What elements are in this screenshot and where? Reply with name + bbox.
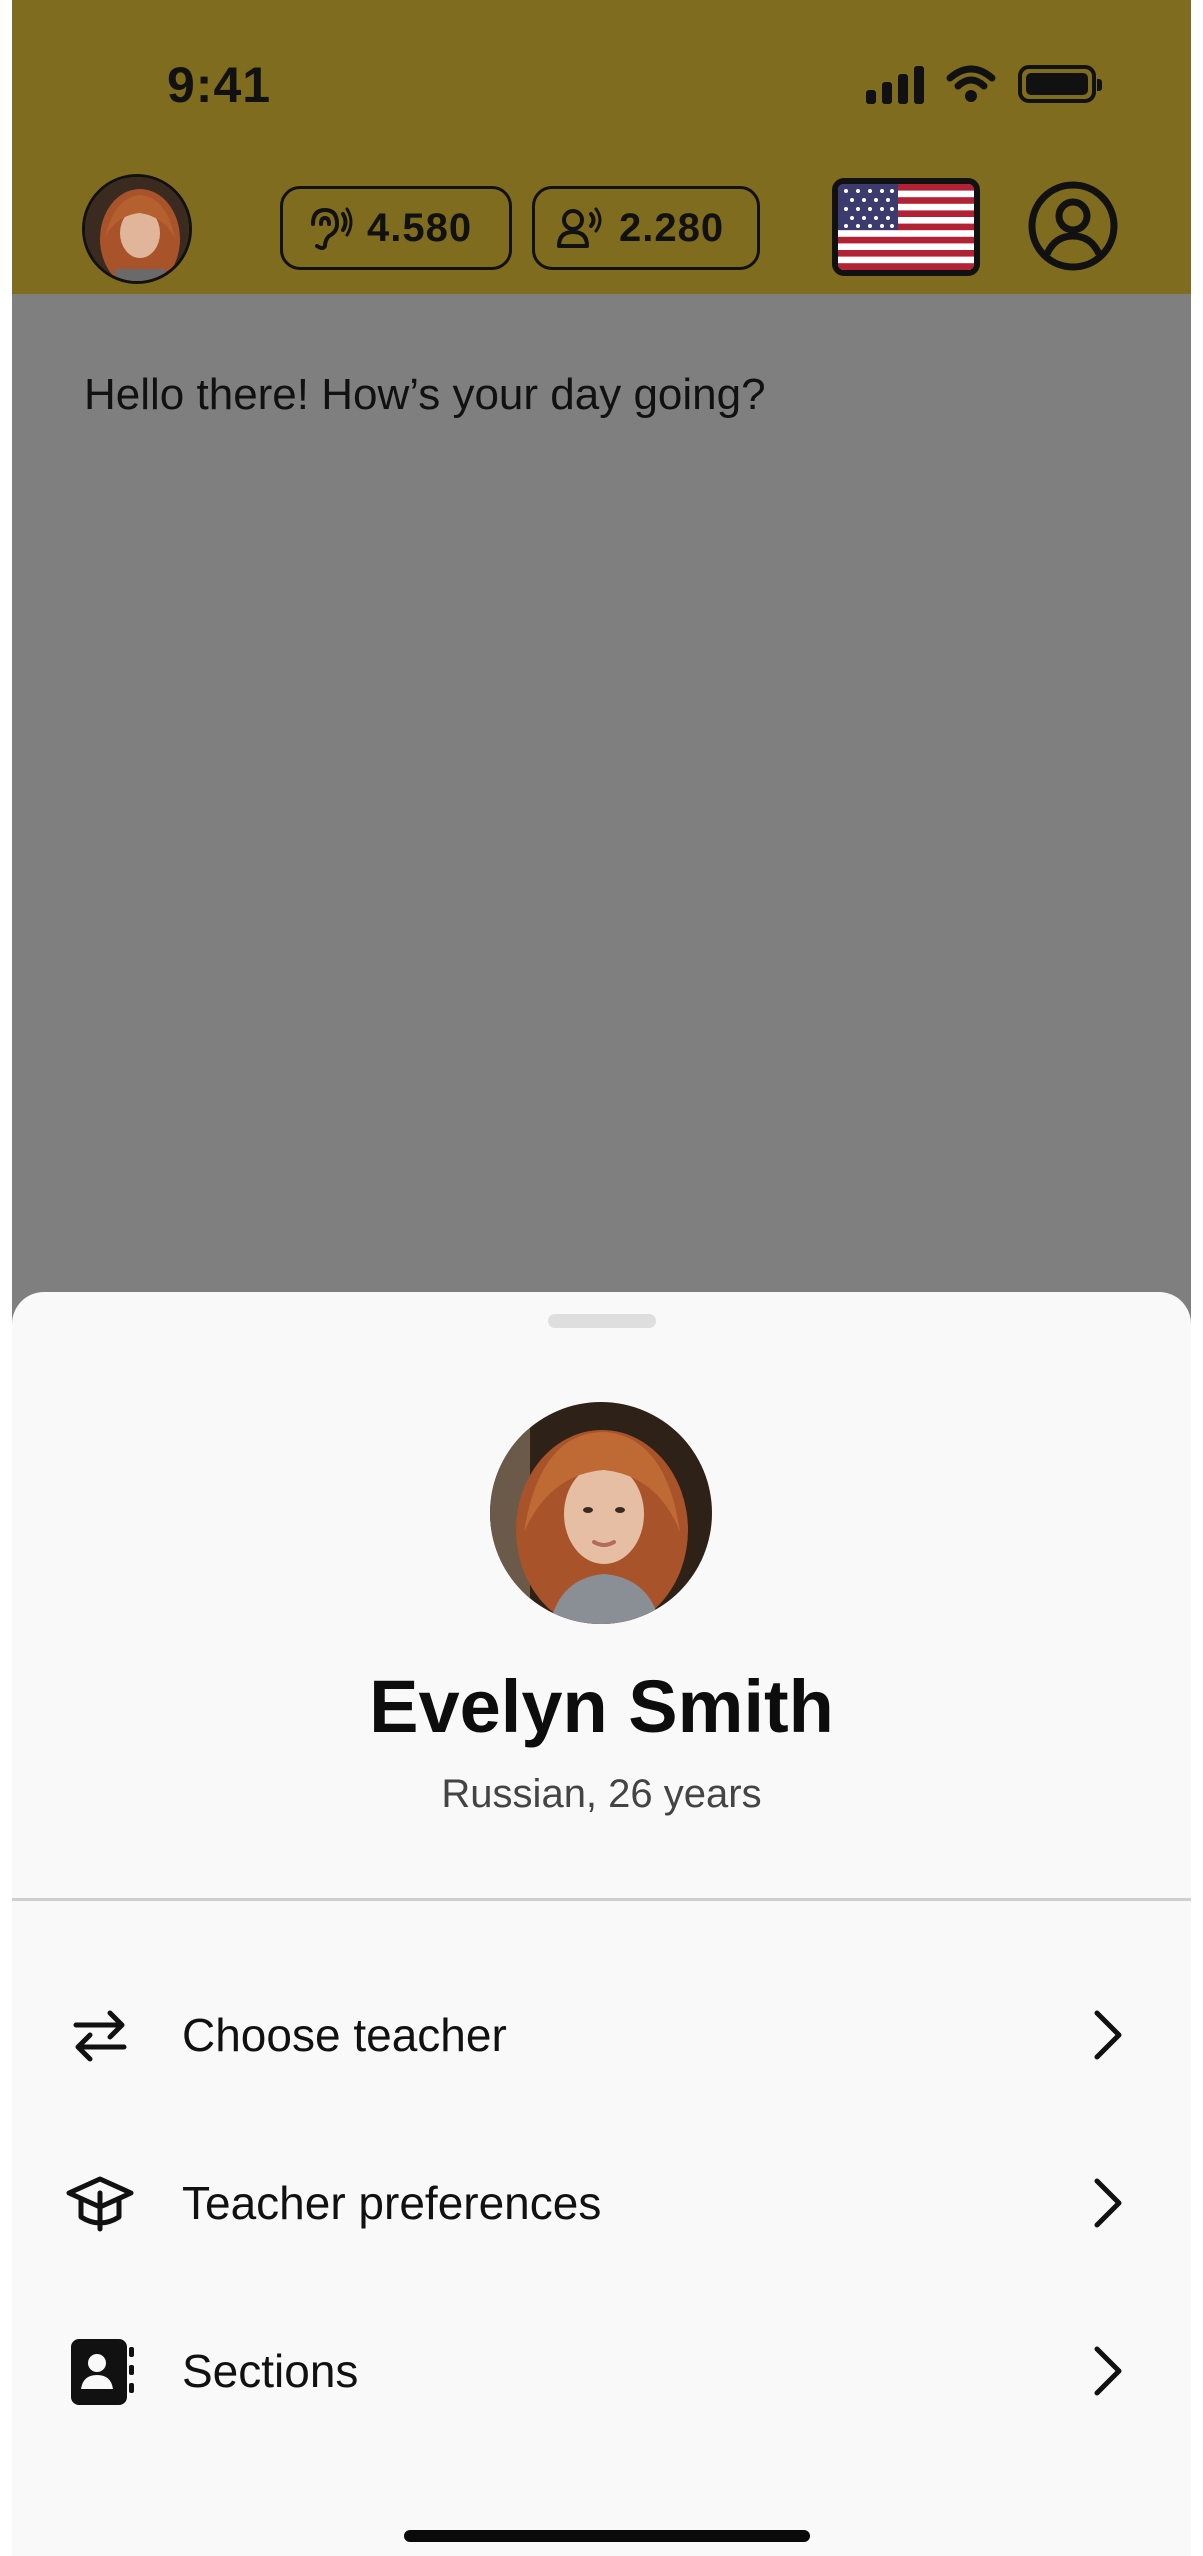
teacher-avatar [490, 1402, 712, 1624]
chat-message: Hello there! How’s your day going? [84, 370, 766, 419]
menu-item-label: Choose teacher [182, 2009, 507, 2061]
profile-icon[interactable] [1027, 180, 1119, 272]
speaking-score-badge[interactable]: 2.280 [532, 186, 760, 270]
menu-item-choose-teacher[interactable]: Choose teacher [12, 1960, 1191, 2110]
home-indicator[interactable] [404, 2530, 810, 2542]
teacher-details: Russian, 26 years [441, 1772, 762, 1816]
chevron-right-icon [1094, 2010, 1122, 2060]
graduation-cap-icon [62, 2165, 138, 2241]
chevron-right-icon [1094, 2178, 1122, 2228]
contacts-book-icon [62, 2333, 138, 2409]
chevron-right-icon [1094, 2346, 1122, 2396]
menu-item-teacher-preferences[interactable]: Teacher preferences [12, 2128, 1191, 2278]
top-bar: 9:41 4.580 2.280 [12, 0, 1191, 294]
battery-icon [1018, 65, 1102, 103]
menu-item-label: Sections [182, 2345, 359, 2397]
app-screen: 9:41 4.580 2.280 Hello there! How’s your… [12, 0, 1191, 2556]
divider [12, 1898, 1191, 1901]
menu-item-sections[interactable]: Sections [12, 2296, 1191, 2446]
wifi-icon [946, 65, 996, 102]
swap-arrows-icon [62, 1997, 138, 2073]
listening-score-value: 4.580 [367, 205, 473, 250]
status-icons [866, 64, 1102, 104]
menu-item-label: Teacher preferences [182, 2177, 602, 2229]
us-flag-icon[interactable] [832, 178, 980, 276]
ear-sound-icon [311, 207, 353, 250]
teacher-name: Evelyn Smith [369, 1665, 834, 1748]
teacher-bottom-sheet: Evelyn Smith Russian, 26 years Choose te… [12, 1292, 1191, 2556]
speaking-score-value: 2.280 [619, 205, 725, 250]
listening-score-badge[interactable]: 4.580 [280, 186, 512, 270]
cellular-signal-icon [866, 64, 924, 104]
sheet-grabber[interactable] [548, 1314, 656, 1328]
teacher-avatar-small[interactable] [82, 174, 192, 284]
person-speaking-icon [557, 207, 602, 248]
status-time: 9:41 [167, 57, 272, 113]
